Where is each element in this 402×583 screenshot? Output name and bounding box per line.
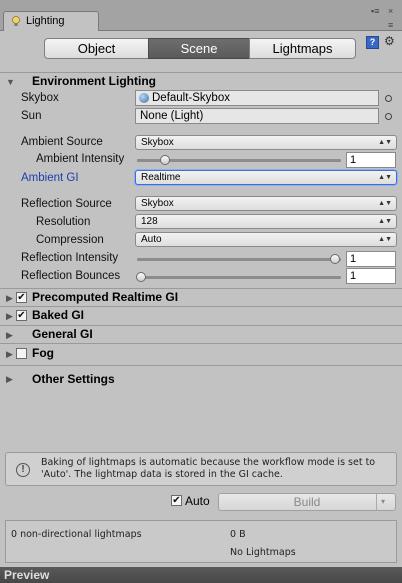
ambient-gi-dropdown[interactable]: Realtime ▲▼ [135, 170, 397, 185]
reflection-source-dropdown[interactable]: Skybox ▲▼ [135, 196, 397, 211]
window-options-icon[interactable]: ▪≡ [371, 6, 379, 16]
foldout-collapsed-icon[interactable]: ▶ [6, 330, 13, 341]
section-divider [0, 325, 402, 326]
reflection-bounces-slider[interactable] [137, 276, 341, 279]
compression-value: Auto [141, 234, 162, 245]
skybox-value: Default-Skybox [152, 92, 230, 104]
general-gi-header[interactable]: General GI [32, 327, 93, 341]
foldout-collapsed-icon[interactable]: ▶ [6, 311, 13, 322]
ambient-intensity-field[interactable]: 1 [346, 152, 396, 168]
lightmaps-size: 0 B [230, 529, 246, 540]
preview-label: Preview [4, 568, 50, 582]
ambient-gi-label: Ambient GI [21, 172, 79, 184]
ambient-gi-value: Realtime [141, 172, 181, 183]
ambient-intensity-slider-thumb[interactable] [160, 155, 171, 165]
auto-checkbox[interactable]: ✔ [171, 495, 182, 506]
reflection-intensity-label: Reflection Intensity [21, 252, 119, 264]
help-icon[interactable]: ? [366, 36, 379, 49]
foldout-expanded-icon[interactable]: ▼ [6, 77, 15, 87]
ambient-source-value: Skybox [141, 137, 174, 148]
scene-tab-button[interactable]: Scene [148, 38, 250, 59]
close-icon[interactable]: × [388, 6, 393, 16]
resolution-dropdown[interactable]: 128 ▲▼ [135, 214, 397, 229]
object-tab-button[interactable]: Object [44, 38, 149, 59]
foldout-collapsed-icon[interactable]: ▶ [6, 374, 13, 385]
build-button[interactable]: Build [218, 493, 396, 511]
other-settings-header[interactable]: Other Settings [32, 372, 115, 386]
fog-checkbox[interactable] [16, 348, 27, 359]
ambient-source-label: Ambient Source [21, 136, 103, 148]
precomputed-gi-header[interactable]: Precomputed Realtime GI [32, 290, 178, 304]
resolution-value: 128 [141, 216, 158, 227]
section-divider [0, 306, 402, 307]
reflection-intensity-slider-thumb[interactable] [330, 254, 340, 264]
foldout-collapsed-icon[interactable]: ▶ [6, 293, 13, 304]
baked-gi-checkbox[interactable]: ✔ [16, 310, 27, 321]
foldout-collapsed-icon[interactable]: ▶ [6, 349, 13, 360]
chevron-down-icon[interactable]: ▾ [381, 494, 385, 510]
section-divider [0, 343, 402, 344]
reflection-source-label: Reflection Source [21, 198, 112, 210]
compression-label: Compression [36, 234, 104, 246]
baked-gi-header[interactable]: Baked GI [32, 308, 84, 322]
sun-label: Sun [21, 110, 42, 122]
ambient-source-dropdown[interactable]: Skybox ▲▼ [135, 135, 397, 150]
skybox-field[interactable]: Default-Skybox [135, 90, 379, 106]
info-help-box: ! Baking of lightmaps is automatic becau… [5, 452, 397, 486]
lightmaps-count: 0 non-directional lightmaps [11, 529, 142, 540]
tab-title: Lighting [26, 15, 65, 27]
info-icon: ! [16, 463, 30, 477]
reflection-bounces-label: Reflection Bounces [21, 270, 121, 282]
reflection-bounces-slider-thumb[interactable] [136, 272, 146, 282]
reflection-bounces-field[interactable]: 1 [346, 268, 396, 284]
lighting-tab-icon [10, 15, 22, 27]
build-label: Build [293, 495, 321, 509]
reflection-intensity-field[interactable]: 1 [346, 251, 396, 267]
environment-lighting-header[interactable]: Environment Lighting [32, 74, 156, 88]
reflection-intensity-slider[interactable] [137, 258, 341, 261]
dropdown-arrows-icon: ▲▼ [378, 218, 392, 225]
dropdown-arrows-icon: ▲▼ [378, 174, 392, 181]
material-icon [139, 93, 149, 103]
object-picker-icon[interactable] [385, 113, 392, 120]
ambient-intensity-label: Ambient Intensity [36, 153, 125, 165]
build-divider [376, 494, 377, 510]
precomputed-gi-checkbox[interactable]: ✔ [16, 292, 27, 303]
lightmap-stats-box: 0 non-directional lightmaps 0 B No Light… [5, 520, 397, 563]
dropdown-arrows-icon: ▲▼ [378, 200, 392, 207]
dropdown-arrows-icon: ▲▼ [378, 139, 392, 146]
section-divider [0, 365, 402, 366]
no-lightmaps-text: No Lightmaps [230, 547, 296, 558]
info-message: Baking of lightmaps is automatic because… [41, 457, 376, 480]
lighting-tab[interactable]: Lighting [3, 11, 99, 31]
section-divider [0, 288, 402, 289]
preview-bar[interactable]: Preview [0, 567, 402, 583]
section-divider [0, 72, 402, 73]
reflection-source-value: Skybox [141, 198, 174, 209]
dropdown-arrows-icon: ▲▼ [378, 236, 392, 243]
lightmaps-tab-button[interactable]: Lightmaps [249, 38, 356, 59]
resolution-label: Resolution [36, 216, 91, 228]
fog-header[interactable]: Fog [32, 346, 54, 360]
sun-field[interactable]: None (Light) [135, 108, 379, 124]
object-picker-icon[interactable] [385, 95, 392, 102]
compression-dropdown[interactable]: Auto ▲▼ [135, 232, 397, 247]
window-menu-icon[interactable]: ≡ [388, 20, 393, 30]
gear-icon[interactable]: ⚙ [384, 34, 395, 48]
auto-label: Auto [185, 494, 210, 508]
skybox-label: Skybox [21, 92, 59, 104]
